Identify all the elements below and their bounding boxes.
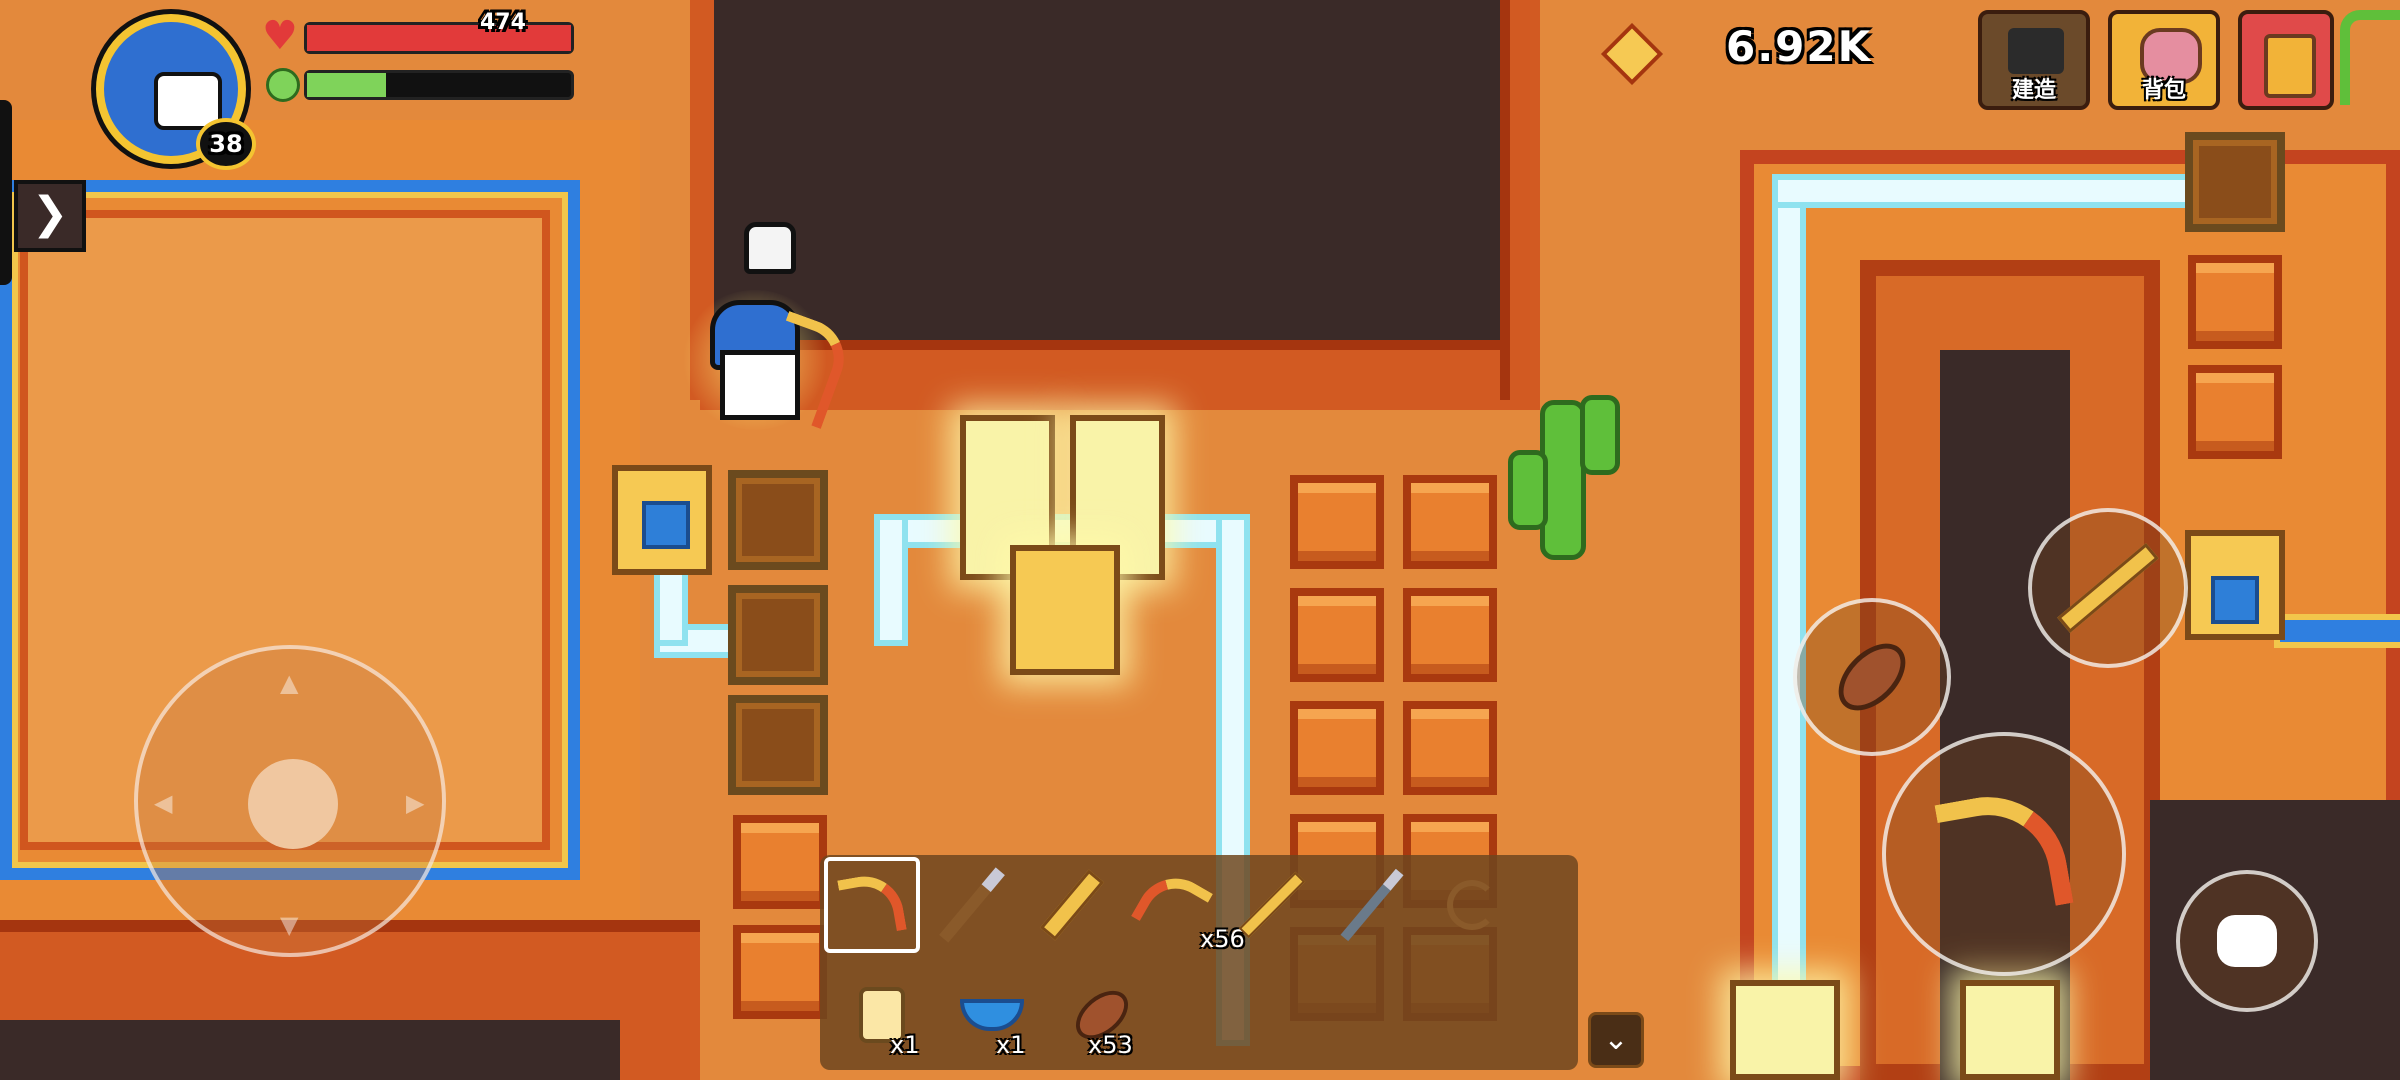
player-level-badge: 38 — [196, 118, 256, 170]
expand-panel-button[interactable]: ❯ — [14, 180, 86, 252]
joystick-knob[interactable] — [248, 759, 338, 849]
pipe — [880, 520, 1240, 542]
dash-icon — [2217, 915, 2277, 967]
hp-text: 474 — [480, 10, 526, 35]
hp-bar-fill — [307, 25, 571, 51]
chevron-right-icon: ❯ — [31, 188, 69, 239]
quick-item-weapon-button[interactable] — [2028, 508, 2188, 668]
crafting-pad[interactable] — [2185, 132, 2285, 232]
plant-icon[interactable] — [2340, 10, 2400, 105]
currency-amount: 6.92K — [1726, 22, 1873, 71]
sandstone-block[interactable] — [733, 925, 827, 1019]
quick-item-food-button[interactable] — [1793, 598, 1951, 756]
energy-icon — [266, 68, 300, 102]
hotbar-slot-sword[interactable] — [1024, 857, 1120, 953]
arrow-left-icon: ◀ — [154, 789, 173, 817]
build-button[interactable]: 建造 — [1978, 10, 2090, 110]
food-bowl-icon — [960, 999, 1024, 1031]
pump-machine[interactable] — [2185, 530, 2285, 640]
sandstone-block[interactable] — [2188, 255, 2282, 349]
heart-icon: ♥ — [262, 13, 298, 59]
skull-icon — [744, 222, 796, 274]
fishing-rod-icon — [1447, 880, 1497, 930]
backpack-label: 背包 — [2141, 78, 2186, 103]
pickaxe-icon — [837, 870, 907, 940]
scroll-icon — [2264, 34, 2316, 98]
cactus-arm — [1508, 450, 1548, 530]
hotbar-expand-button[interactable]: ⌄ — [1588, 1012, 1644, 1068]
pipe — [1778, 180, 2198, 202]
pickaxe-icon — [1934, 784, 2074, 924]
item-slot-food-bowl[interactable] — [944, 967, 1040, 1063]
hammer-icon — [1340, 868, 1404, 942]
energy-bar — [304, 70, 574, 100]
sandstone-block[interactable] — [733, 815, 827, 909]
quest-scroll-button[interactable] — [2238, 10, 2334, 110]
sandstone-block[interactable] — [2188, 365, 2282, 459]
hotbar-slot-shovel[interactable] — [924, 857, 1020, 953]
energy-bar-fill — [307, 73, 387, 97]
sandstone-block[interactable] — [1290, 701, 1384, 795]
hp-bar — [304, 22, 574, 54]
pit-wall-right — [1500, 0, 1540, 400]
chevron-down-icon: ⌄ — [1603, 1022, 1629, 1057]
hotbar: x56 x1 x1 x53 — [820, 855, 1578, 1070]
hotbar-slot-pickaxe[interactable] — [824, 857, 920, 953]
food-bowl-count: x1 — [996, 1031, 1026, 1059]
backpack-button[interactable]: 背包 — [2108, 10, 2220, 110]
anvil-icon — [2008, 28, 2064, 74]
virtual-joystick[interactable]: ▲ ▼ ◀ ▶ — [134, 645, 446, 957]
pipe — [1778, 180, 1800, 1080]
shovel-icon — [939, 867, 1005, 943]
spear-icon — [2057, 543, 2159, 633]
spear-icon — [1238, 871, 1306, 939]
attack-button[interactable] — [1882, 732, 2126, 976]
dodge-button[interactable] — [2176, 870, 2318, 1012]
sandstone-block[interactable] — [1290, 588, 1384, 682]
pipe — [2280, 620, 2400, 642]
glowing-generator[interactable] — [1960, 980, 2060, 1080]
sandstone-block[interactable] — [1403, 701, 1497, 795]
sandstone-block[interactable] — [1403, 475, 1497, 569]
sandstone-block[interactable] — [1403, 588, 1497, 682]
sandstone-block[interactable] — [1290, 475, 1384, 569]
crafting-pad[interactable] — [728, 470, 828, 570]
hotbar-slot-fishing-rod[interactable] — [1424, 857, 1520, 953]
arrow-down-icon: ▼ — [280, 911, 299, 939]
bottom-left-pit — [0, 1020, 620, 1080]
glowing-generator[interactable] — [1730, 980, 1840, 1080]
side-panel-toggle[interactable] — [0, 100, 12, 285]
crafting-pad[interactable] — [728, 695, 828, 795]
glowing-generator[interactable] — [1010, 545, 1120, 675]
pipe — [880, 520, 902, 640]
hotbar-slot-hammer[interactable] — [1324, 857, 1420, 953]
player-character — [660, 290, 855, 430]
crafting-pad[interactable] — [728, 585, 828, 685]
jar-count: x1 — [890, 1031, 920, 1059]
cactus-arm — [1580, 395, 1620, 475]
roasted-fish-count: x53 — [1088, 1031, 1133, 1059]
arrow-up-icon: ▲ — [280, 669, 299, 697]
hotbar-slot-spear[interactable] — [1224, 857, 1320, 953]
roasted-fish-icon — [1826, 631, 1918, 723]
pump-machine[interactable] — [612, 465, 712, 575]
build-label: 建造 — [2011, 78, 2056, 103]
arrow-right-icon: ▶ — [406, 789, 425, 817]
sword-icon — [1039, 869, 1105, 941]
